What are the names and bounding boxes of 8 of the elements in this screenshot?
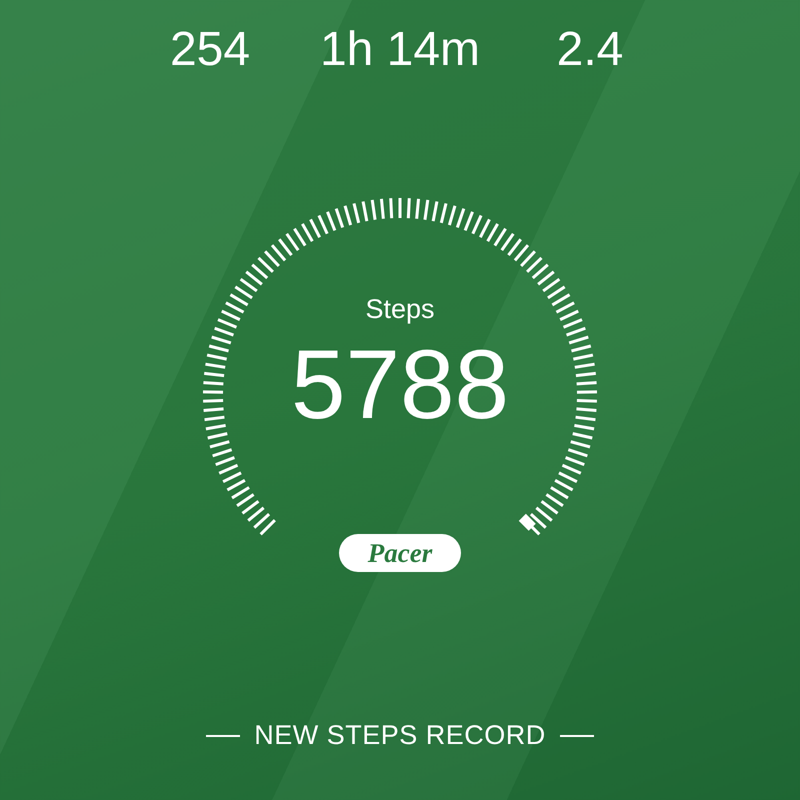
brand-logo: Pacer [339, 534, 461, 572]
stat-value: 254 [170, 22, 250, 78]
stat-value: 1h 14m [320, 22, 480, 78]
steps-count: 5788 [290, 329, 509, 439]
gauge-marker [518, 514, 536, 531]
stat-value: 2.4 [556, 22, 624, 78]
record-message: NEW STEPS RECORD [254, 720, 546, 751]
steps-label: Steps [365, 293, 435, 325]
